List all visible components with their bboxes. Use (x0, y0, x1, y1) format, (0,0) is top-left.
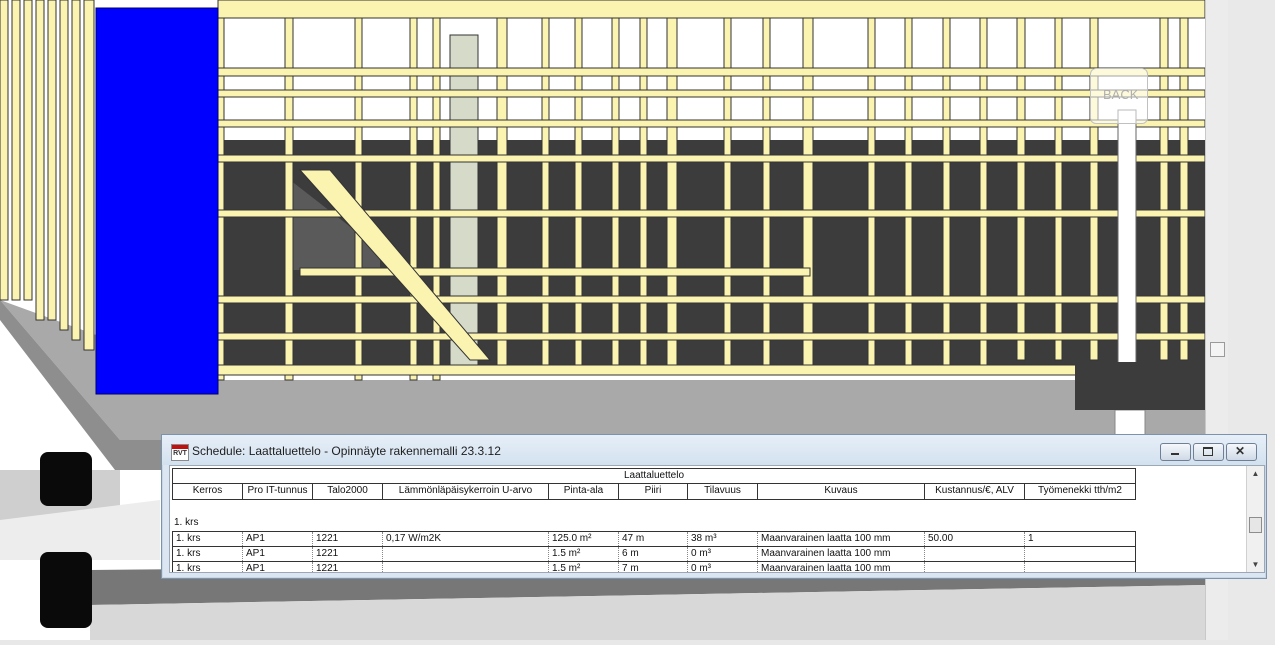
cell[interactable] (1025, 547, 1135, 561)
cell[interactable]: 0 m³ (688, 562, 758, 572)
cell[interactable]: 0 m³ (688, 547, 758, 561)
schedule-table-title: Laattaluettelo (172, 468, 1136, 483)
column-header[interactable]: Piiri (619, 484, 688, 499)
schedule-table[interactable]: Laattaluettelo Kerros Pro IT-tunnus Talo… (172, 468, 1136, 572)
minimize-icon (1171, 453, 1179, 455)
close-icon: ✕ (1235, 444, 1246, 458)
icon-text: RVT (173, 450, 187, 457)
column-header[interactable]: Lämmönläpäisykerroin U-arvo (383, 484, 549, 499)
restore-icon (1203, 447, 1213, 456)
cell[interactable]: Maanvarainen laatta 100 mm (758, 532, 925, 546)
cell[interactable]: 1221 (313, 532, 383, 546)
cell[interactable]: 1221 (313, 562, 383, 572)
revit-document-icon: RVT (171, 444, 189, 461)
pipe-base (1114, 409, 1146, 436)
back-navigation-button[interactable]: BACK (1090, 68, 1148, 124)
scroll-down-arrow-icon[interactable]: ▼ (1250, 559, 1261, 570)
cell[interactable]: 47 m (619, 532, 688, 546)
cell[interactable]: 6 m (619, 547, 688, 561)
table-row[interactable]: 1. krs AP1 1221 1.5 m² 6 m 0 m³ Maanvara… (172, 547, 1136, 562)
cell[interactable]: 1. krs (173, 532, 243, 546)
schedule-scroll-thumb[interactable] (1249, 517, 1262, 533)
cell[interactable]: AP1 (243, 532, 313, 546)
close-button[interactable]: ✕ (1226, 443, 1257, 461)
schedule-vertical-scrollbar[interactable]: ▲ ▼ (1246, 466, 1264, 572)
column-header[interactable]: Tilavuus (688, 484, 758, 499)
cell[interactable]: 1221 (313, 547, 383, 561)
schedule-titlebar[interactable]: RVT Schedule: Laattaluettelo - Opinnäyte… (162, 435, 1266, 465)
cell[interactable] (925, 547, 1025, 561)
column-header[interactable]: Kerros (173, 484, 243, 499)
cell[interactable] (1025, 562, 1135, 572)
scroll-up-arrow-icon[interactable]: ▲ (1250, 468, 1261, 479)
selected-wall-element (95, 7, 219, 395)
cell[interactable]: Maanvarainen laatta 100 mm (758, 562, 925, 572)
cell[interactable]: 1. krs (173, 547, 243, 561)
cell[interactable]: 1.5 m² (549, 547, 619, 561)
column-header[interactable]: Kustannus/€, ALV (925, 484, 1025, 499)
round-column-2 (40, 552, 92, 628)
cell[interactable]: Maanvarainen laatta 100 mm (758, 547, 925, 561)
column-header[interactable]: Pinta-ala (549, 484, 619, 499)
viewport-scroll-thumb[interactable] (1210, 342, 1225, 357)
cell[interactable]: 1 (1025, 532, 1135, 546)
column-header[interactable]: Pro IT-tunnus (243, 484, 313, 499)
schedule-rows: 1. krs AP1 1221 0,17 W/m2K 125.0 m² 47 m… (172, 531, 1136, 572)
schedule-window[interactable]: RVT Schedule: Laattaluettelo - Opinnäyte… (161, 434, 1267, 579)
group-header: 1. krs (174, 517, 199, 528)
minimize-button[interactable] (1160, 443, 1191, 461)
column-header[interactable]: Talo2000 (313, 484, 383, 499)
cell[interactable]: AP1 (243, 547, 313, 561)
cell[interactable]: AP1 (243, 562, 313, 572)
schedule-title: Schedule: Laattaluettelo - Opinnäyte rak… (192, 444, 501, 458)
cell[interactable] (925, 562, 1025, 572)
back-label: BACK (1103, 87, 1139, 102)
cell[interactable]: 38 m³ (688, 532, 758, 546)
table-row[interactable]: 1. krs AP1 1221 1.5 m² 7 m 0 m³ Maanvara… (172, 562, 1136, 572)
cell[interactable] (383, 562, 549, 572)
cell[interactable] (383, 547, 549, 561)
round-column-1 (40, 452, 92, 506)
cell[interactable]: 0,17 W/m2K (383, 532, 549, 546)
right-dark-slab (1075, 362, 1205, 410)
table-row[interactable]: 1. krs AP1 1221 0,17 W/m2K 125.0 m² 47 m… (172, 531, 1136, 547)
cell[interactable]: 50.00 (925, 532, 1025, 546)
cell[interactable]: 1.5 m² (549, 562, 619, 572)
column-header[interactable]: Kuvaus (758, 484, 925, 499)
schedule-body[interactable]: Laattaluettelo Kerros Pro IT-tunnus Talo… (169, 465, 1265, 573)
cell[interactable]: 1. krs (173, 562, 243, 572)
column-header[interactable]: Työmenekki tth/m2 (1025, 484, 1135, 499)
restore-button[interactable] (1193, 443, 1224, 461)
schedule-header-row: Kerros Pro IT-tunnus Talo2000 Lämmönläpä… (172, 483, 1136, 500)
cell[interactable]: 125.0 m² (549, 532, 619, 546)
cell[interactable]: 7 m (619, 562, 688, 572)
